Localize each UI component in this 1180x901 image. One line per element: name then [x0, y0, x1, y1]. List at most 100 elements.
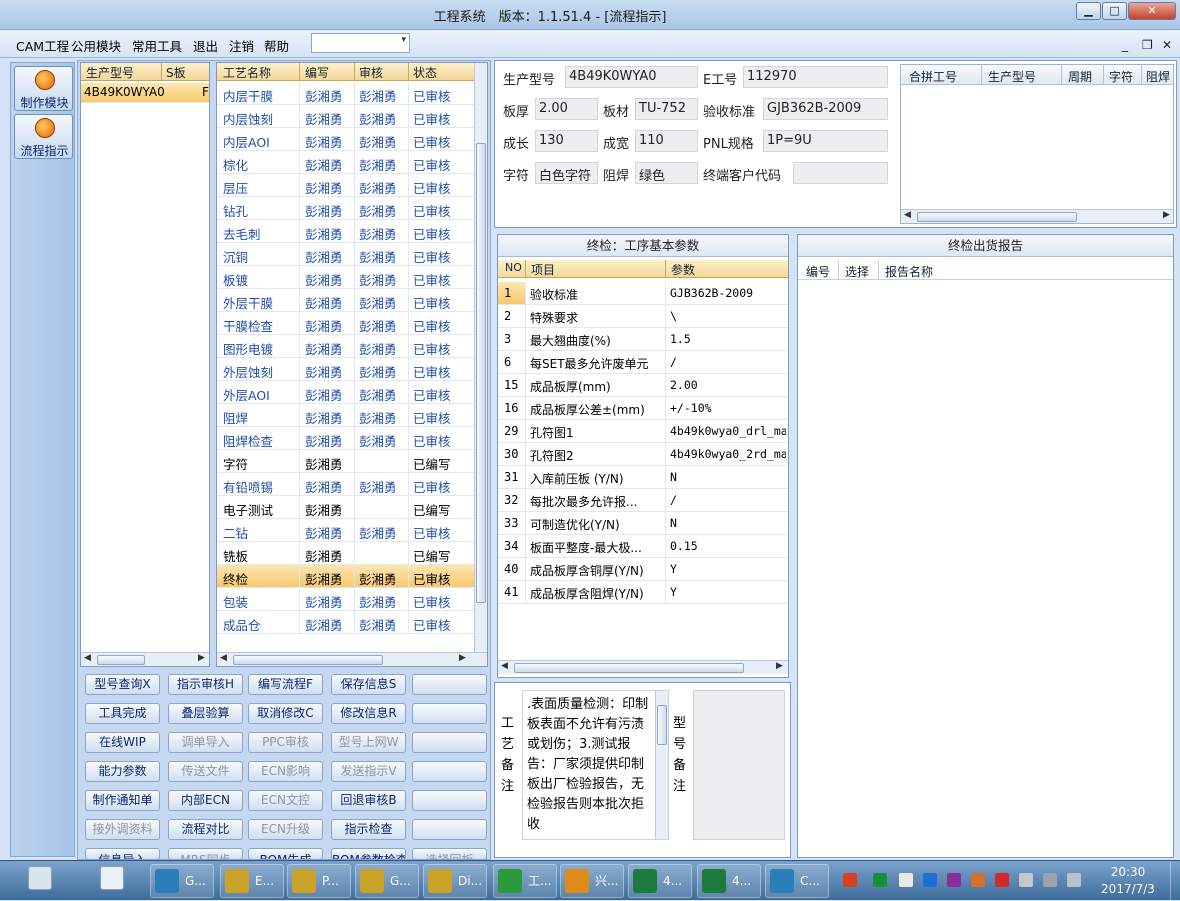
- taskbar-item[interactable]: E...: [220, 864, 284, 898]
- table-row[interactable]: 字符 彭湘勇 已编写: [217, 450, 474, 473]
- action-button[interactable]: 调单导入: [168, 732, 243, 753]
- model-remark-box[interactable]: [693, 690, 785, 840]
- field-model[interactable]: 4B49K0WYA0: [565, 66, 698, 88]
- field-eno[interactable]: 112970: [743, 66, 888, 88]
- field-pnl[interactable]: 1P=9U: [763, 130, 888, 152]
- action-button[interactable]: ECN升级: [248, 819, 323, 840]
- tray-app-icon[interactable]: [947, 873, 961, 887]
- process-list-vscroll[interactable]: [474, 63, 487, 652]
- action-button[interactable]: 回退审核B: [331, 790, 406, 811]
- field-material[interactable]: TU-752: [635, 98, 698, 120]
- action-button[interactable]: ECN文控: [248, 790, 323, 811]
- table-row[interactable]: 终检 彭湘勇 彭湘勇 已审核: [217, 565, 474, 588]
- close-button[interactable]: ✕: [1128, 2, 1176, 20]
- clock-time[interactable]: 20:30: [1098, 865, 1158, 879]
- field-length[interactable]: 130: [535, 130, 598, 152]
- table-row[interactable]: 阻焊 彭湘勇 彭湘勇 已审核: [217, 404, 474, 427]
- mdi-restore-button[interactable]: ❐: [1142, 38, 1153, 52]
- col-item[interactable]: 项目: [531, 261, 555, 278]
- table-row[interactable]: 41 成品板厚含阻焊(Y/N) Y: [498, 581, 788, 604]
- taskbar-item[interactable]: G...: [355, 864, 419, 898]
- action-button[interactable]: [412, 790, 487, 811]
- action-button[interactable]: 制作通知单: [85, 790, 160, 811]
- col-report-name[interactable]: 报告名称: [885, 263, 933, 280]
- process-list-hscroll[interactable]: ◀ ▶: [217, 652, 487, 666]
- table-row[interactable]: 外层AOI 彭湘勇 彭湘勇 已审核: [217, 381, 474, 404]
- action-button[interactable]: 指示检查: [331, 819, 406, 840]
- action-button[interactable]: 取消修改C: [248, 703, 323, 724]
- menu-cam[interactable]: CAM工程: [16, 36, 69, 55]
- model-list-hscroll[interactable]: ◀ ▶: [81, 652, 209, 666]
- action-button[interactable]: [412, 819, 487, 840]
- taskbar-item[interactable]: Di...: [423, 864, 487, 898]
- action-button[interactable]: 选择回板: [412, 848, 487, 860]
- action-button[interactable]: 工具完成: [85, 703, 160, 724]
- table-row[interactable]: 33 可制造优化(Y/N) N: [498, 512, 788, 535]
- table-row[interactable]: 外层蚀刻 彭湘勇 彭湘勇 已审核: [217, 358, 474, 381]
- table-row[interactable]: 阻焊检查 彭湘勇 彭湘勇 已审核: [217, 427, 474, 450]
- field-char[interactable]: 白色字符: [535, 162, 598, 184]
- table-row[interactable]: 16 成品板厚公差±(mm) +/-10%: [498, 397, 788, 420]
- minimize-button[interactable]: ▁: [1076, 2, 1101, 20]
- action-button[interactable]: BOM生成: [248, 848, 323, 860]
- menu-logout[interactable]: 注销: [229, 36, 254, 55]
- table-row[interactable]: 40 成品板厚含铜厚(Y/N) Y: [498, 558, 788, 581]
- tray-app-icon[interactable]: [923, 873, 937, 887]
- taskbar-item[interactable]: P...: [287, 864, 351, 898]
- menu-exit[interactable]: 退出: [193, 36, 218, 55]
- network-icon[interactable]: [1043, 873, 1057, 887]
- action-button[interactable]: 保存信息S: [331, 674, 406, 695]
- field-width[interactable]: 110: [635, 130, 698, 152]
- table-row[interactable]: 34 板面平整度-最大极... 0.15: [498, 535, 788, 558]
- table-row[interactable]: 铣板 彭湘勇 已编写: [217, 542, 474, 565]
- col-reviewer[interactable]: 审核: [359, 64, 383, 81]
- action-button[interactable]: PPC审核: [248, 732, 323, 753]
- col-no[interactable]: NO: [505, 261, 522, 274]
- table-row[interactable]: 3 最大翘曲度(%) 1.5: [498, 328, 788, 351]
- table-row[interactable]: 层压 彭湘勇 彭湘勇 已审核: [217, 174, 474, 197]
- taskbar-item[interactable]: C...: [765, 864, 829, 898]
- field-standard[interactable]: GJB362B-2009: [763, 98, 888, 120]
- table-row[interactable]: 31 入库前压板 (Y/N) N: [498, 466, 788, 489]
- clock-date[interactable]: 2017/7/3: [1092, 882, 1164, 896]
- process-remark-vscroll[interactable]: [655, 691, 668, 839]
- col-merge-no[interactable]: 合拼工号: [909, 68, 957, 85]
- merge-table-hscroll[interactable]: ◀ ▶: [901, 209, 1173, 223]
- table-row[interactable]: 板镀 彭湘勇 彭湘勇 已审核: [217, 266, 474, 289]
- table-row[interactable]: 32 每批次最多允许报... /: [498, 489, 788, 512]
- table-row[interactable]: 棕化 彭湘勇 彭湘勇 已审核: [217, 151, 474, 174]
- col-status[interactable]: 状态: [413, 64, 437, 81]
- col-value[interactable]: 参数: [671, 261, 695, 278]
- field-thickness[interactable]: 2.00: [535, 98, 598, 120]
- col-merge-model[interactable]: 生产型号: [988, 68, 1036, 85]
- calculator-icon[interactable]: [28, 866, 52, 890]
- menu-help[interactable]: 帮助: [264, 36, 289, 55]
- wps-icon[interactable]: [843, 873, 857, 887]
- sidebar-item-make-module[interactable]: 制作模块: [14, 66, 73, 111]
- table-row[interactable]: 钻孔 彭湘勇 彭湘勇 已审核: [217, 197, 474, 220]
- taskbar-item[interactable]: 4...: [697, 864, 761, 898]
- table-row[interactable]: 15 成品板厚(mm) 2.00: [498, 374, 788, 397]
- col-report-no[interactable]: 编号: [806, 263, 830, 280]
- mdi-minimize-button[interactable]: _: [1122, 38, 1128, 52]
- process-remark-box[interactable]: .表面质量检测：印制板表面不允许有污渍或划伤；3.测试报告：厂家须提供印制板出厂…: [522, 690, 669, 840]
- action-button[interactable]: 流程对比: [168, 819, 243, 840]
- notepad-icon[interactable]: [100, 866, 124, 890]
- volume-icon[interactable]: [1067, 873, 1081, 887]
- table-row[interactable]: 干膜检查 彭湘勇 彭湘勇 已审核: [217, 312, 474, 335]
- table-row[interactable]: 内层蚀刻 彭湘勇 彭湘勇 已审核: [217, 105, 474, 128]
- table-row[interactable]: 二钻 彭湘勇 彭湘勇 已审核: [217, 519, 474, 542]
- action-button[interactable]: 接外调资料: [85, 819, 160, 840]
- table-row[interactable]: 6 每SET最多允许废单元 /: [498, 351, 788, 374]
- tray-app-icon[interactable]: [971, 873, 985, 887]
- action-button[interactable]: 在线WIP: [85, 732, 160, 753]
- action-button[interactable]: [412, 703, 487, 724]
- action-button[interactable]: 内部ECN: [168, 790, 243, 811]
- table-row[interactable]: 1 验收标准 GJB362B-2009: [498, 282, 788, 305]
- sidebar-item-flow-guide[interactable]: 流程指示: [14, 114, 73, 159]
- taskbar-item[interactable]: G...: [150, 864, 214, 898]
- col-merge-mask[interactable]: 阻焊: [1146, 68, 1170, 85]
- table-row[interactable]: 内层AOI 彭湘勇 彭湘勇 已审核: [217, 128, 474, 151]
- table-row[interactable]: 有铅喷锡 彭湘勇 彭湘勇 已审核: [217, 473, 474, 496]
- mdi-close-button[interactable]: ✕: [1162, 38, 1172, 52]
